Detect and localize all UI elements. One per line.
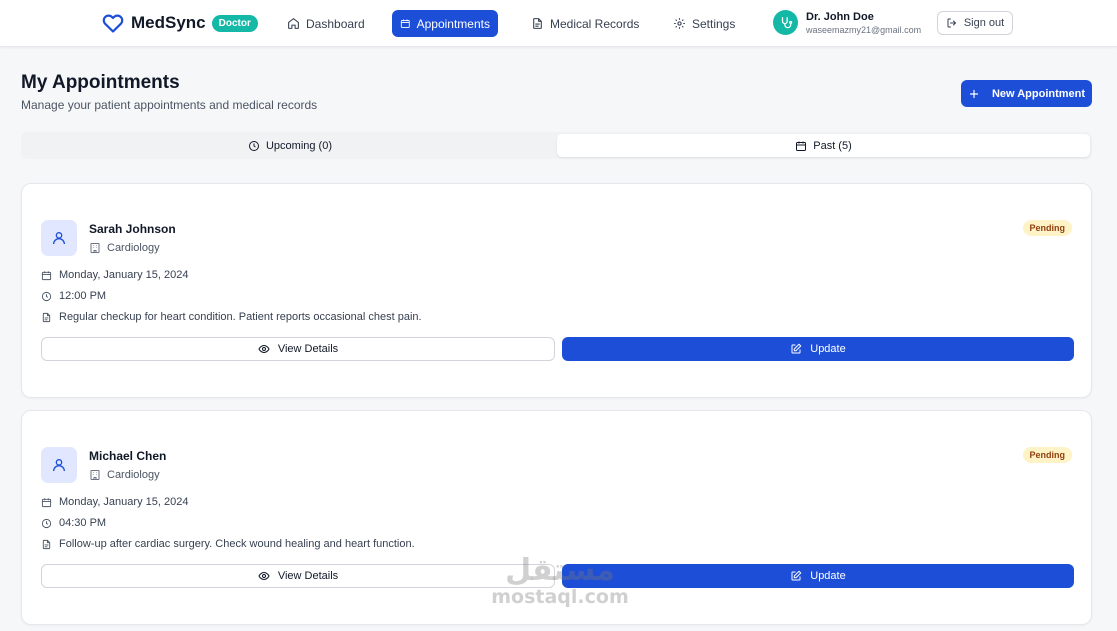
patient-department: Cardiology bbox=[89, 469, 160, 481]
role-badge: Doctor bbox=[211, 14, 258, 32]
appointment-note: Regular checkup for heart condition. Pat… bbox=[41, 311, 422, 323]
nav-appointments-label: Appointments bbox=[416, 16, 490, 31]
file-icon bbox=[42, 312, 51, 322]
building-icon bbox=[90, 470, 100, 480]
patient-avatar bbox=[41, 447, 77, 483]
patient-department: Cardiology bbox=[89, 242, 160, 254]
appointment-card: Sarah Johnson Cardiology Pending Monday,… bbox=[21, 183, 1092, 398]
page-title: My Appointments bbox=[21, 72, 180, 93]
nav-medical-records[interactable]: Medical Records bbox=[523, 10, 647, 37]
patient-name: Sarah Johnson bbox=[89, 222, 176, 236]
building-icon bbox=[90, 243, 100, 253]
file-icon bbox=[533, 18, 542, 29]
home-icon bbox=[288, 18, 299, 29]
user-email: waseemazmy21@gmail.com bbox=[806, 24, 922, 35]
view-details-button[interactable]: View Details bbox=[41, 564, 555, 588]
avatar bbox=[773, 10, 798, 35]
clock-icon bbox=[41, 518, 52, 528]
stethoscope-icon bbox=[781, 16, 792, 28]
appointment-card: Michael Chen Cardiology Pending Monday, … bbox=[21, 410, 1092, 625]
clock-icon bbox=[41, 291, 52, 301]
tab-upcoming-label: Upcoming (0) bbox=[265, 139, 333, 152]
view-details-button[interactable]: View Details bbox=[41, 337, 555, 361]
appointment-tabs: Upcoming (0) Past (5) bbox=[21, 132, 1092, 159]
eye-icon bbox=[258, 571, 270, 581]
edit-icon bbox=[791, 343, 802, 354]
nav-settings[interactable]: Settings bbox=[665, 10, 743, 37]
logout-icon bbox=[947, 18, 957, 28]
user-name: Dr. John Doe bbox=[806, 10, 874, 23]
view-details-label: View Details bbox=[277, 570, 339, 582]
brand-logo[interactable]: MedSync Doctor bbox=[101, 11, 258, 35]
calendar-icon bbox=[41, 270, 52, 280]
update-button[interactable]: Update bbox=[562, 564, 1074, 588]
new-appointment-button[interactable]: New Appointment bbox=[961, 80, 1092, 107]
update-button[interactable]: Update bbox=[562, 337, 1074, 361]
tab-past-label: Past (5) bbox=[813, 139, 852, 152]
status-badge: Pending bbox=[1022, 447, 1072, 463]
nav-dashboard[interactable]: Dashboard bbox=[279, 10, 373, 37]
date-label: Monday, January 15, 2024 bbox=[59, 496, 189, 508]
update-label: Update bbox=[810, 570, 846, 582]
top-navbar: MedSync Doctor Dashboard Appointments Me… bbox=[0, 0, 1117, 47]
user-icon bbox=[53, 459, 65, 472]
department-label: Cardiology bbox=[107, 242, 160, 254]
eye-icon bbox=[258, 344, 270, 354]
patient-name: Michael Chen bbox=[89, 449, 167, 463]
clock-icon bbox=[248, 140, 259, 151]
user-menu[interactable]: Dr. John Doe waseemazmy21@gmail.com bbox=[773, 10, 921, 35]
appointment-time: 12:00 PM bbox=[41, 290, 106, 302]
sign-out-label: Sign out bbox=[963, 17, 1005, 29]
nav-medical-records-label: Medical Records bbox=[550, 16, 640, 31]
plus-icon bbox=[969, 89, 979, 98]
nav-dashboard-label: Dashboard bbox=[306, 16, 365, 31]
calendar-icon bbox=[796, 141, 807, 151]
file-icon bbox=[42, 539, 51, 549]
tab-upcoming[interactable]: Upcoming (0) bbox=[23, 134, 557, 157]
status-badge: Pending bbox=[1022, 220, 1072, 236]
user-icon bbox=[53, 232, 65, 245]
new-appointment-label: New Appointment bbox=[991, 87, 1086, 100]
view-details-label: View Details bbox=[277, 343, 339, 355]
time-label: 12:00 PM bbox=[59, 290, 107, 302]
note-label: Regular checkup for heart condition. Pat… bbox=[59, 311, 422, 323]
appointment-note: Follow-up after cardiac surgery. Check w… bbox=[41, 538, 415, 550]
department-label: Cardiology bbox=[107, 469, 160, 481]
nav-settings-label: Settings bbox=[692, 16, 736, 31]
nav-appointments[interactable]: Appointments bbox=[392, 10, 498, 37]
time-label: 04:30 PM bbox=[59, 517, 107, 529]
date-label: Monday, January 15, 2024 bbox=[59, 269, 189, 281]
app-name: MedSync bbox=[131, 13, 206, 32]
gear-icon bbox=[674, 18, 685, 29]
calendar-icon bbox=[41, 497, 52, 507]
patient-avatar bbox=[41, 220, 77, 256]
note-label: Follow-up after cardiac surgery. Check w… bbox=[59, 538, 415, 550]
calendar-icon bbox=[400, 19, 410, 28]
update-label: Update bbox=[810, 343, 846, 355]
edit-icon bbox=[791, 570, 802, 581]
user-info: Dr. John Doe waseemazmy21@gmail.com bbox=[806, 11, 921, 35]
sign-out-button[interactable]: Sign out bbox=[937, 11, 1013, 35]
appointment-date: Monday, January 15, 2024 bbox=[41, 496, 188, 508]
appointment-date: Monday, January 15, 2024 bbox=[41, 269, 188, 281]
tab-past[interactable]: Past (5) bbox=[557, 134, 1090, 157]
page-subtitle: Manage your patient appointments and med… bbox=[21, 98, 318, 112]
heart-icon bbox=[102, 14, 124, 33]
appointment-time: 04:30 PM bbox=[41, 517, 106, 529]
